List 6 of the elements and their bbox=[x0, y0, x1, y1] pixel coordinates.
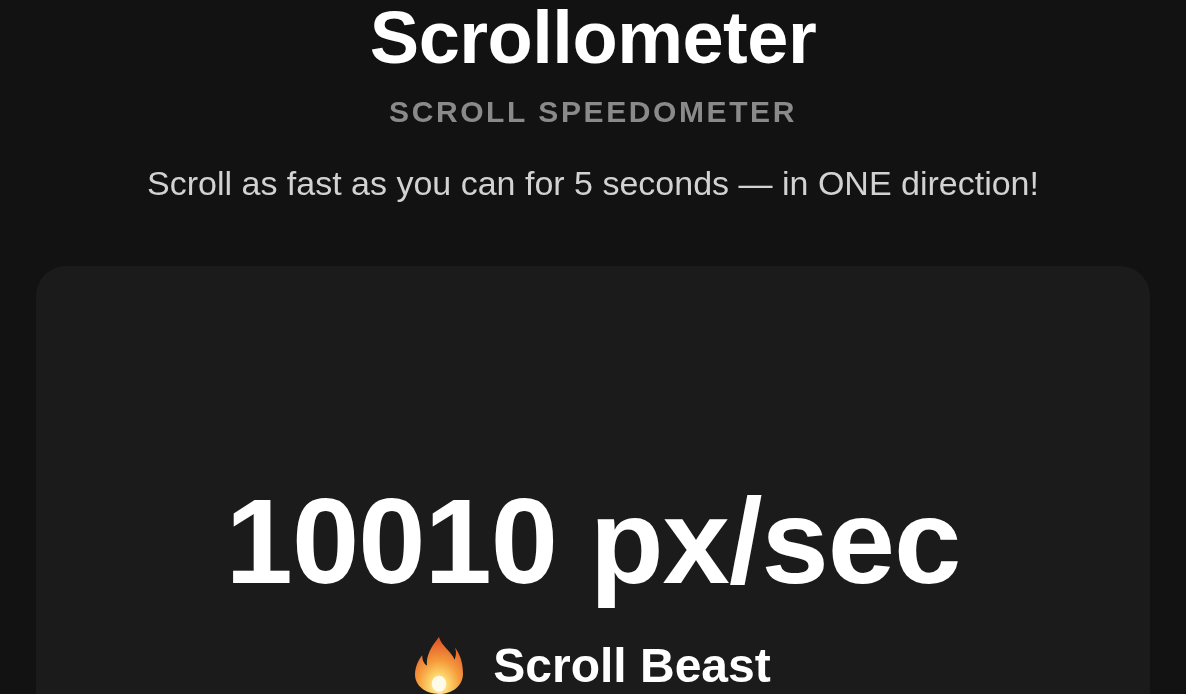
instruction-text: Scroll as fast as you can for 5 seconds — in ONE direction! bbox=[147, 163, 1039, 203]
fire-icon bbox=[415, 637, 464, 694]
rank-label: Scroll Beast bbox=[493, 637, 771, 694]
app-subtitle: SCROLL SPEEDOMETER bbox=[389, 95, 797, 129]
speed-reading: 10010 px/sec bbox=[225, 476, 961, 606]
app-title: Scrollometer bbox=[369, 0, 817, 76]
